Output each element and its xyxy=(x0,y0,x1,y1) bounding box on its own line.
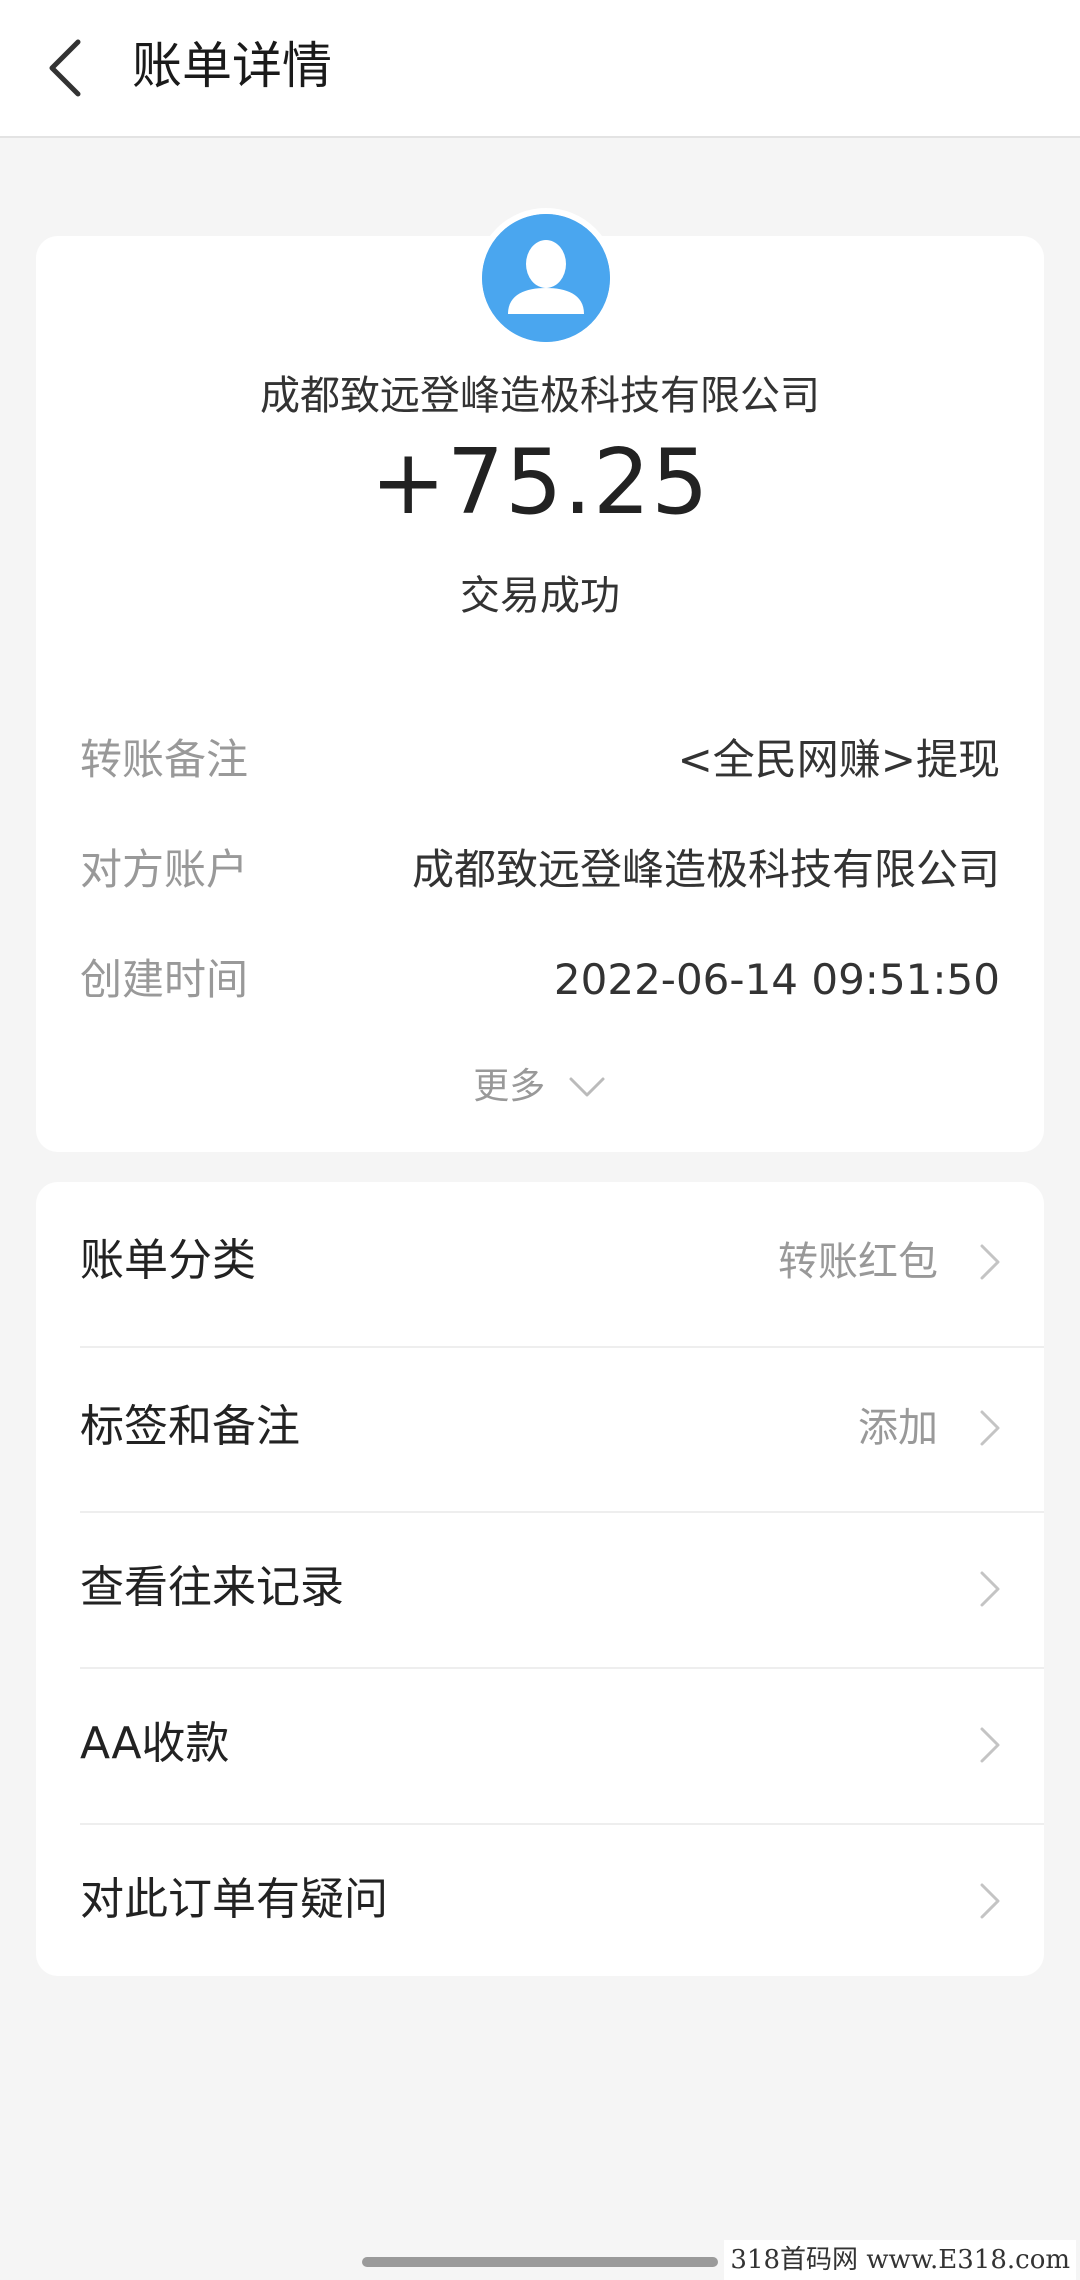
list-item-aa-collection[interactable]: AA收款 xyxy=(36,1665,1044,1823)
list-item-order-question[interactable]: 对此订单有疑问 xyxy=(36,1821,1044,1979)
item-value: 转账红包 xyxy=(778,1239,938,1285)
list-item-bill-category[interactable]: 账单分类 转账红包 xyxy=(36,1182,1044,1340)
avatar xyxy=(476,208,616,348)
home-indicator[interactable] xyxy=(362,2257,718,2267)
top-nav-bar: 账单详情 xyxy=(0,0,1080,138)
item-label: 标签和备注 xyxy=(80,1401,300,1452)
item-label: 对此订单有疑问 xyxy=(80,1874,388,1925)
detail-value: 2022-06-14 09:51:50 xyxy=(553,955,1000,1004)
detail-label: 转账备注 xyxy=(80,735,249,784)
transaction-amount: +75.25 xyxy=(370,430,710,535)
detail-row-remark: 转账备注 <全民网赚>提现 xyxy=(80,730,1000,790)
chevron-right-icon xyxy=(980,1410,1000,1446)
more-label: 更多 xyxy=(473,1066,546,1107)
transaction-status: 交易成功 xyxy=(460,573,620,619)
chevron-right-icon xyxy=(980,1571,1000,1607)
detail-value: <全民网赚>提现 xyxy=(677,735,1000,784)
user-icon xyxy=(482,214,610,342)
detail-value: 成都致远登峰造极科技有限公司 xyxy=(411,845,1000,894)
more-button[interactable]: 更多 xyxy=(36,1058,1044,1114)
back-arrow-icon[interactable] xyxy=(40,28,100,108)
page-title: 账单详情 xyxy=(132,37,332,95)
item-value: 添加 xyxy=(858,1405,938,1451)
detail-label: 创建时间 xyxy=(80,955,249,1004)
item-label: 查看往来记录 xyxy=(80,1562,344,1613)
payer-name: 成都致远登峰造极科技有限公司 xyxy=(260,373,820,419)
detail-row-account: 对方账户 成都致远登峰造极科技有限公司 xyxy=(80,840,1000,900)
action-list-card: 账单分类 转账红包 标签和备注 添加 查看往来记录 AA收款 对此订单有疑问 xyxy=(36,1182,1044,1976)
detail-label: 对方账户 xyxy=(80,845,249,894)
item-label: AA收款 xyxy=(80,1718,230,1769)
chevron-right-icon xyxy=(980,1244,1000,1280)
chevron-right-icon xyxy=(980,1727,1000,1763)
detail-row-created-time: 创建时间 2022-06-14 09:51:50 xyxy=(80,950,1000,1010)
list-item-view-history[interactable]: 查看往来记录 xyxy=(36,1509,1044,1667)
watermark-text: 318首码网 www.E318.com xyxy=(724,2240,1076,2280)
transaction-card: 成都致远登峰造极科技有限公司 +75.25 交易成功 转账备注 <全民网赚>提现… xyxy=(36,208,1044,1152)
item-label: 账单分类 xyxy=(80,1235,256,1286)
chevron-down-icon xyxy=(569,1077,605,1097)
list-item-tags-and-notes[interactable]: 标签和备注 添加 xyxy=(36,1348,1044,1506)
chevron-right-icon xyxy=(980,1883,1000,1919)
